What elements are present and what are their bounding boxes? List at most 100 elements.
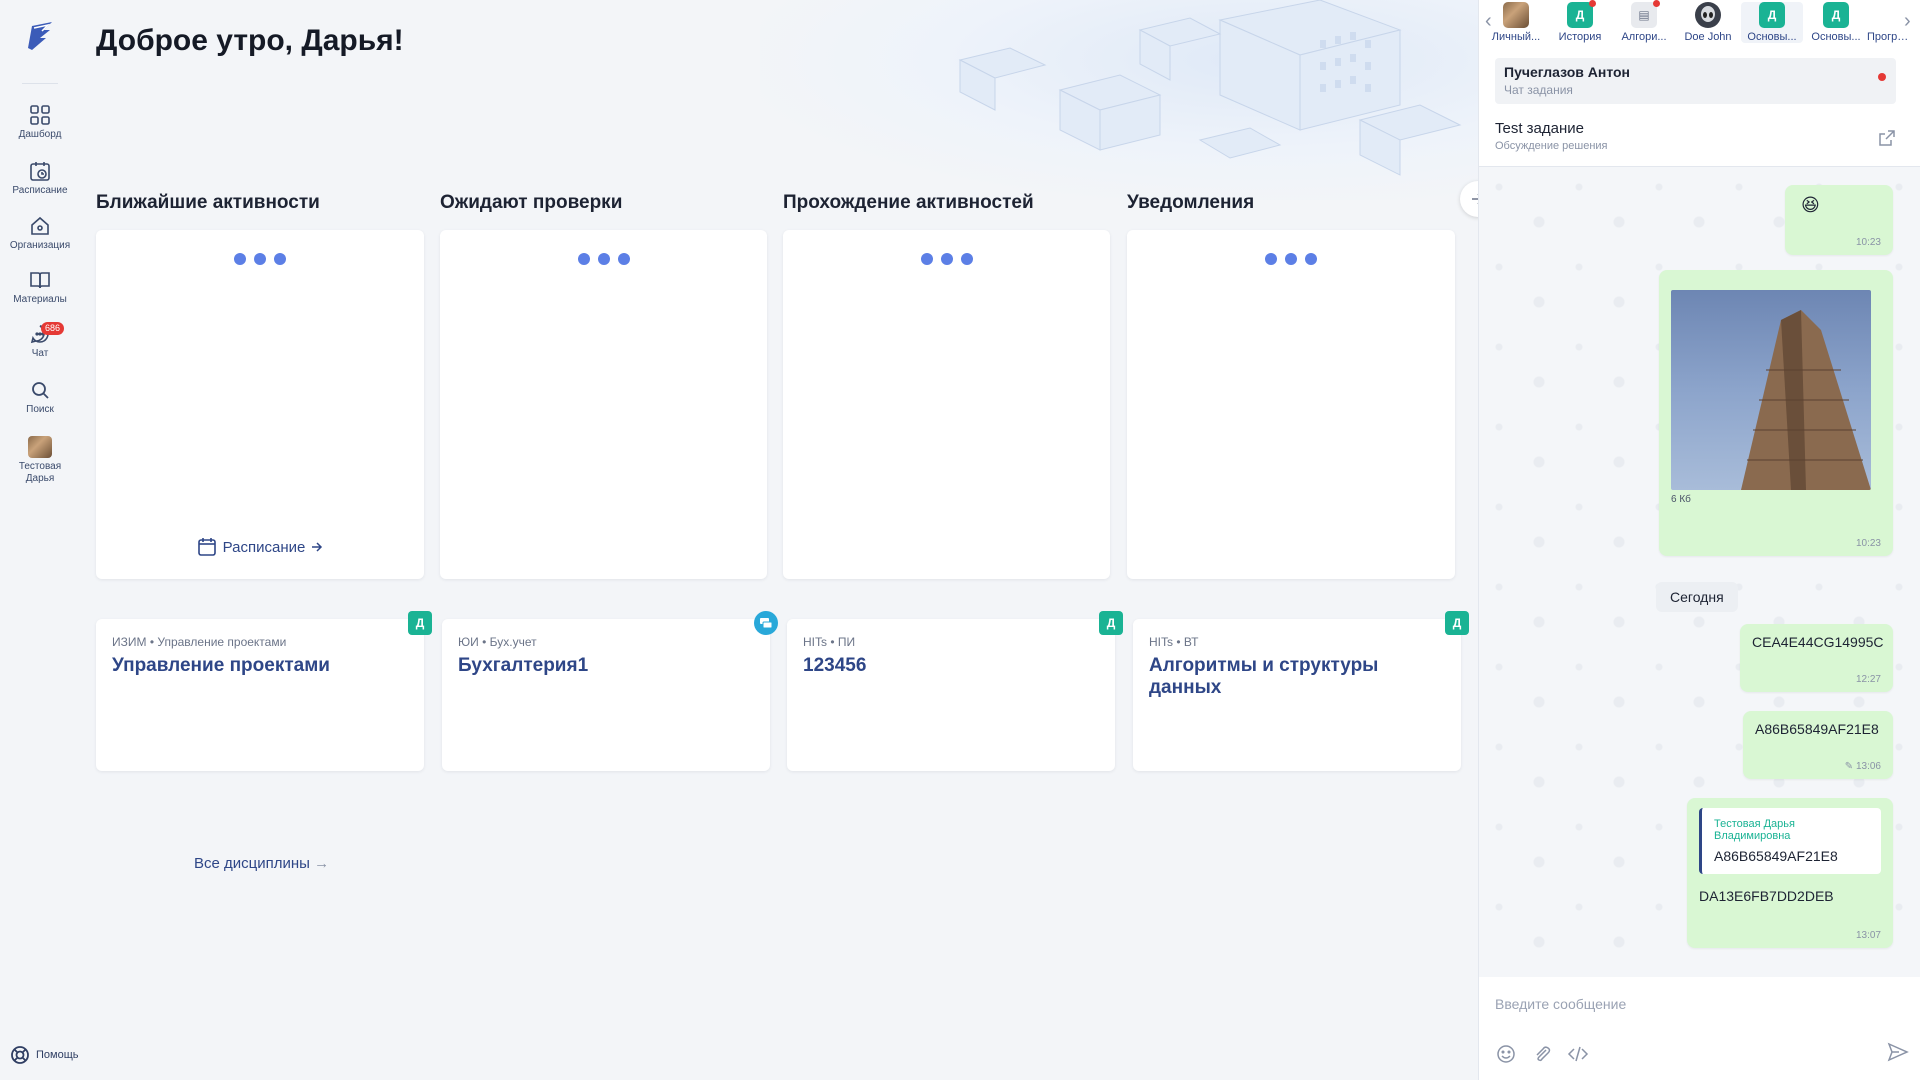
discipline-name: Управление проектами: [112, 655, 330, 676]
pending-review-panel: [440, 230, 767, 579]
message-time: 10:23: [1855, 237, 1881, 248]
thread-subtitle: Чат задания: [1504, 83, 1573, 97]
chat-tab[interactable]: Д Основы...: [1805, 2, 1867, 43]
lifebuoy-icon: [11, 1046, 29, 1064]
chat-tab-label: Doe John: [1684, 31, 1732, 43]
chat-tab-placeholder: [1876, 2, 1902, 28]
edit-icon: ✎: [1844, 761, 1856, 772]
chat-tab[interactable]: ▤ Алгори...: [1613, 0, 1675, 43]
discipline-name: Алгоритмы и структуры данных: [1149, 655, 1379, 698]
help-link[interactable]: Помощь: [10, 1045, 79, 1065]
chat-tab[interactable]: Д История: [1549, 0, 1611, 43]
home-icon: [31, 216, 49, 235]
message-time: 12:27: [1855, 674, 1881, 685]
sidebar-item-dashboard[interactable]: Дашборд: [0, 104, 80, 141]
sidebar-item-organization[interactable]: Организация: [0, 215, 80, 252]
sidebar-item-schedule[interactable]: Расписание: [0, 160, 80, 197]
message-text: 😆: [1801, 195, 1820, 215]
sidebar-item-label: Дашборд: [18, 129, 62, 140]
schedule-link-label: Расписание: [222, 538, 306, 556]
avatar: [28, 436, 52, 458]
chat-tab[interactable]: Личный...: [1485, 2, 1547, 43]
message-text: DA13E6FB7DD2DEB: [1699, 888, 1834, 904]
external-link-icon[interactable]: [1877, 128, 1897, 148]
sidebar-item-materials[interactable]: Материалы: [0, 269, 80, 306]
send-icon[interactable]: [1887, 1041, 1909, 1063]
loading-indicator: [1127, 252, 1455, 270]
chat-tab-tag: Д: [1759, 2, 1785, 28]
progress-panel: [783, 230, 1110, 579]
chat-tab-active[interactable]: Д Основы...: [1741, 2, 1803, 43]
discipline-name: Бухгалтерия1: [458, 655, 589, 676]
message-bubble[interactable]: A86B65849AF21E8 ✎ 13:06: [1743, 711, 1893, 779]
chat-tabs: ‹ Личный... Д История ▤ Алгори... Doe Jo…: [1479, 0, 1920, 50]
discipline-card[interactable]: Д HITs • ВТ Алгоритмы и структуры данных: [1133, 611, 1469, 771]
attached-photo[interactable]: [1671, 290, 1871, 490]
quote-text: A86B65849AF21E8: [1714, 848, 1838, 864]
sidebar: Дашборд Расписание Организация Материалы…: [0, 0, 80, 1080]
discipline-card[interactable]: ЮИ • Бух.учет Бухгалтерия1: [442, 611, 778, 771]
discipline-tag: Д: [1099, 611, 1123, 635]
alien-avatar-icon: [1695, 2, 1721, 28]
discipline-card[interactable]: Д HITs • ПИ 123456: [787, 611, 1123, 771]
sidebar-item-label: Расписание: [12, 185, 68, 196]
thread-title: Пучеглазов Антон: [1504, 64, 1630, 80]
discipline-meta: ИЗИМ • Управление проектами: [112, 635, 287, 649]
hero-illustration: [760, 0, 1478, 200]
loading-indicator: [440, 252, 767, 270]
help-label: Помощь: [36, 1049, 79, 1061]
logo-icon[interactable]: [22, 18, 56, 54]
unread-badge: 686: [41, 322, 65, 335]
message-bubble-image[interactable]: 6 Кб 10:23: [1659, 270, 1893, 556]
chat-panel: ‹ Личный... Д История ▤ Алгори... Doe Jo…: [1478, 0, 1920, 1080]
all-disciplines-label: Все дисциплины: [194, 855, 310, 872]
chat-tab-tag: Д: [1823, 2, 1849, 28]
sidebar-item-label: Организация: [9, 240, 71, 251]
emoji-icon[interactable]: [1495, 1043, 1517, 1065]
chat-tab-label: Основы...: [1811, 31, 1861, 43]
thread-item-active[interactable]: Test задание Обсуждение решения: [1495, 120, 1905, 168]
chat-bubble-icon: [754, 611, 778, 635]
discipline-tag: Д: [1445, 611, 1469, 635]
message-time: ✎ 13:06: [1844, 761, 1881, 772]
section-title-upcoming: Ближайшие активности: [96, 192, 320, 213]
discipline-meta: HITs • ВТ: [1149, 635, 1199, 649]
code-icon[interactable]: [1567, 1043, 1589, 1065]
message-text: CEA4E44CG14995C: [1752, 634, 1884, 650]
document-icon: ▤: [1631, 0, 1660, 28]
chevron-right-icon[interactable]: ›: [1904, 10, 1911, 33]
all-disciplines-link[interactable]: Все дисциплины →: [194, 855, 329, 872]
calendar-icon: [197, 538, 216, 556]
file-size: 6 Кб: [1671, 494, 1691, 505]
sidebar-item-chat[interactable]: 686 Чат: [0, 322, 80, 360]
chat-tab[interactable]: Doe John: [1677, 2, 1739, 43]
loading-indicator: [783, 252, 1110, 270]
message-bubble-reply[interactable]: Тестовая Дарья Владимировна A86B65849AF2…: [1687, 798, 1893, 948]
message-input[interactable]: Введите сообщение: [1495, 996, 1626, 1012]
message-bubble[interactable]: 😆 10:23: [1785, 185, 1893, 255]
section-title-notifications: Уведомления: [1127, 192, 1255, 213]
paperclip-icon[interactable]: [1531, 1043, 1553, 1065]
grid-icon: [30, 105, 50, 125]
schedule-link[interactable]: Расписание: [96, 537, 424, 557]
unread-dot: [1878, 73, 1886, 81]
section-title-pending-review: Ожидают проверки: [440, 192, 623, 213]
arrow-right-icon: [312, 542, 323, 552]
thread-title: Test задание: [1495, 120, 1584, 137]
sidebar-item-search[interactable]: Поиск: [0, 379, 80, 416]
discipline-meta: HITs • ПИ: [803, 635, 856, 649]
discipline-card[interactable]: Д ИЗИМ • Управление проектами Управление…: [96, 611, 432, 771]
message-composer: Введите сообщение: [1479, 977, 1920, 1080]
unread-dot: [1653, 0, 1660, 7]
sidebar-item-profile[interactable]: Тестовая Дарья: [0, 436, 80, 485]
chat-tab-label: Алгори...: [1621, 31, 1667, 43]
upcoming-panel: Расписание: [96, 230, 424, 579]
arrow-right-icon: →: [314, 855, 330, 872]
quoted-message[interactable]: Тестовая Дарья Владимировна A86B65849AF2…: [1699, 808, 1881, 874]
message-bubble[interactable]: CEA4E44CG14995C 12:27: [1740, 624, 1893, 692]
date-divider: Сегодня: [1656, 582, 1738, 612]
notifications-panel: [1127, 230, 1455, 579]
thread-item[interactable]: Пучеглазов Антон Чат задания: [1495, 58, 1896, 104]
message-list[interactable]: 😆 10:23 6 Кб 10:23 Сегодня CEA4E44CG1499…: [1479, 167, 1920, 977]
message-time: 10:23: [1855, 538, 1881, 549]
